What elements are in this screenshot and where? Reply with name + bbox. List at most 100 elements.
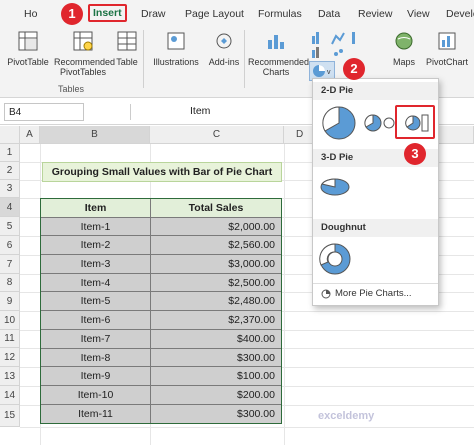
recommended-pivottables-label: Recommended PivotTables xyxy=(54,57,116,77)
row-header[interactable]: 10 xyxy=(0,311,20,330)
cell-total-sales[interactable]: $300.00 xyxy=(151,405,281,424)
select-all-corner[interactable] xyxy=(0,126,20,144)
row-header[interactable]: 14 xyxy=(0,386,20,405)
cell-item[interactable]: Item-7 xyxy=(41,329,151,348)
tab-developer[interactable]: Develo xyxy=(446,8,474,20)
row-header[interactable]: 9 xyxy=(0,292,20,311)
more-pie-charts-link[interactable]: More Pie Charts... xyxy=(321,288,412,299)
table-row: Item-5 $2,480.00 xyxy=(41,292,281,312)
tab-formulas[interactable]: Formulas xyxy=(258,8,302,20)
column-header-a[interactable]: A xyxy=(20,126,40,144)
bar-of-pie-highlight xyxy=(395,105,435,139)
cell-item[interactable]: Item-11 xyxy=(41,404,151,424)
cell-total-sales[interactable]: $2,480.00 xyxy=(151,292,281,310)
tab-home[interactable]: Ho xyxy=(24,8,37,20)
name-box[interactable]: B4 xyxy=(4,103,84,121)
tab-page-layout[interactable]: Page Layout xyxy=(185,8,244,20)
tab-view[interactable]: View xyxy=(407,8,430,20)
illustrations-label: Illustrations xyxy=(153,57,199,67)
row-header[interactable]: 15 xyxy=(0,405,20,427)
pivotchart-icon xyxy=(438,32,456,50)
cell-item[interactable]: Item-9 xyxy=(41,367,151,385)
row-header[interactable]: 4 xyxy=(0,198,20,217)
row-header[interactable]: 2 xyxy=(0,162,20,180)
table-row: Item-4 $2,500.00 xyxy=(41,273,281,293)
row-header[interactable]: 13 xyxy=(0,367,20,386)
recommended-charts-label: Recommended Charts xyxy=(248,57,310,77)
table-row: Item-1 $2,000.00 xyxy=(41,217,281,237)
cell-total-sales[interactable]: $2,370.00 xyxy=(151,311,281,329)
row-header[interactable]: 11 xyxy=(0,330,20,348)
pivotchart-label: PivotChart xyxy=(425,57,469,67)
formula-separator xyxy=(130,104,131,120)
dropdown-divider xyxy=(313,283,438,284)
row-header[interactable]: 3 xyxy=(0,180,20,198)
pie-of-pie-icon[interactable] xyxy=(364,114,395,132)
section-doughnut: Doughnut xyxy=(313,219,438,237)
cell-total-sales[interactable]: $2,560.00 xyxy=(151,236,281,254)
formula-input[interactable]: Item xyxy=(190,105,210,117)
header-item[interactable]: Item xyxy=(41,199,151,217)
pie-chart-dropdown: 2-D Pie 3-D Pie Doughnut More Pie Charts… xyxy=(312,78,439,306)
column-header-b[interactable]: B xyxy=(40,126,150,144)
cell-item[interactable]: Item-8 xyxy=(41,348,151,367)
group-label-tables: Tables xyxy=(58,84,85,94)
row-header[interactable]: 6 xyxy=(0,236,20,255)
ribbon-separator xyxy=(244,30,245,88)
recommended-charts-icon xyxy=(268,35,284,49)
tab-draw[interactable]: Draw xyxy=(141,8,166,20)
pivottable-label: PivotTable xyxy=(7,57,49,67)
cell-item[interactable]: Item-5 xyxy=(41,292,151,311)
row-header[interactable]: 1 xyxy=(0,144,20,162)
row-header[interactable]: 12 xyxy=(0,348,20,367)
column-header-c[interactable]: C xyxy=(150,126,284,144)
table-row: Item-9 $100.00 xyxy=(41,367,281,386)
cell-total-sales[interactable]: $200.00 xyxy=(151,386,281,404)
doughnut-icon[interactable] xyxy=(317,241,357,281)
pie-3d-icon[interactable] xyxy=(317,171,357,201)
recommended-pivottables-icon xyxy=(73,31,93,51)
ribbon-separator xyxy=(143,30,144,88)
cell-total-sales[interactable]: $300.00 xyxy=(151,349,281,367)
cell-total-sales[interactable]: $2,500.00 xyxy=(151,274,281,292)
row-header[interactable]: 7 xyxy=(0,255,20,274)
globe-icon xyxy=(395,32,413,50)
cell-item[interactable]: Item-10 xyxy=(41,385,151,404)
cell-total-sales[interactable]: $2,000.00 xyxy=(151,218,281,236)
addins-icon xyxy=(216,33,232,49)
maps-button[interactable]: Maps xyxy=(388,30,420,67)
column-gridline xyxy=(284,144,285,445)
addins-button[interactable]: Add-ins xyxy=(206,30,242,67)
cell-total-sales[interactable]: $100.00 xyxy=(151,367,281,385)
cell-total-sales[interactable]: $3,000.00 xyxy=(151,255,281,273)
table-button[interactable]: Table xyxy=(114,30,140,67)
recommended-pivottables-button[interactable]: Recommended PivotTables xyxy=(54,30,116,77)
cell-item[interactable]: Item-2 xyxy=(41,236,151,255)
tab-review[interactable]: Review xyxy=(358,8,392,20)
cell-item[interactable]: Item-1 xyxy=(41,217,151,236)
pivottable-button[interactable]: PivotTable xyxy=(6,30,50,67)
table-row: Item-2 $2,560.00 xyxy=(41,236,281,256)
table-row: Item-8 $300.00 xyxy=(41,348,281,368)
cell-item[interactable]: Item-6 xyxy=(41,311,151,329)
row-header[interactable]: 5 xyxy=(0,217,20,236)
cell-item[interactable]: Item-3 xyxy=(41,255,151,273)
sheet-title[interactable]: Grouping Small Values with Bar of Pie Ch… xyxy=(42,162,282,182)
svg-text:v: v xyxy=(327,69,331,76)
table-row: Item-11 $300.00 xyxy=(41,404,281,424)
header-total-sales[interactable]: Total Sales xyxy=(151,199,281,217)
pivotchart-button[interactable]: PivotChart xyxy=(422,30,472,67)
row-header[interactable]: 8 xyxy=(0,274,20,292)
cell-item[interactable]: Item-4 xyxy=(41,273,151,292)
cell-total-sales[interactable]: $400.00 xyxy=(151,330,281,348)
chart-type-icons[interactable] xyxy=(310,30,360,60)
tab-data[interactable]: Data xyxy=(318,8,340,20)
tab-insert[interactable]: Insert xyxy=(88,4,127,22)
illustrations-button[interactable]: Illustrations xyxy=(150,30,202,67)
table-body: Item-1 $2,000.00 Item-2 $2,560.00 Item-3 $3,0… xyxy=(41,217,281,424)
step-badge-2: 2 xyxy=(343,58,365,80)
table-icon xyxy=(117,31,137,51)
recommended-charts-button[interactable]: Recommended Charts xyxy=(248,30,310,77)
step-badge-1: 1 xyxy=(61,3,83,25)
pie-2d-icon[interactable] xyxy=(322,106,356,140)
